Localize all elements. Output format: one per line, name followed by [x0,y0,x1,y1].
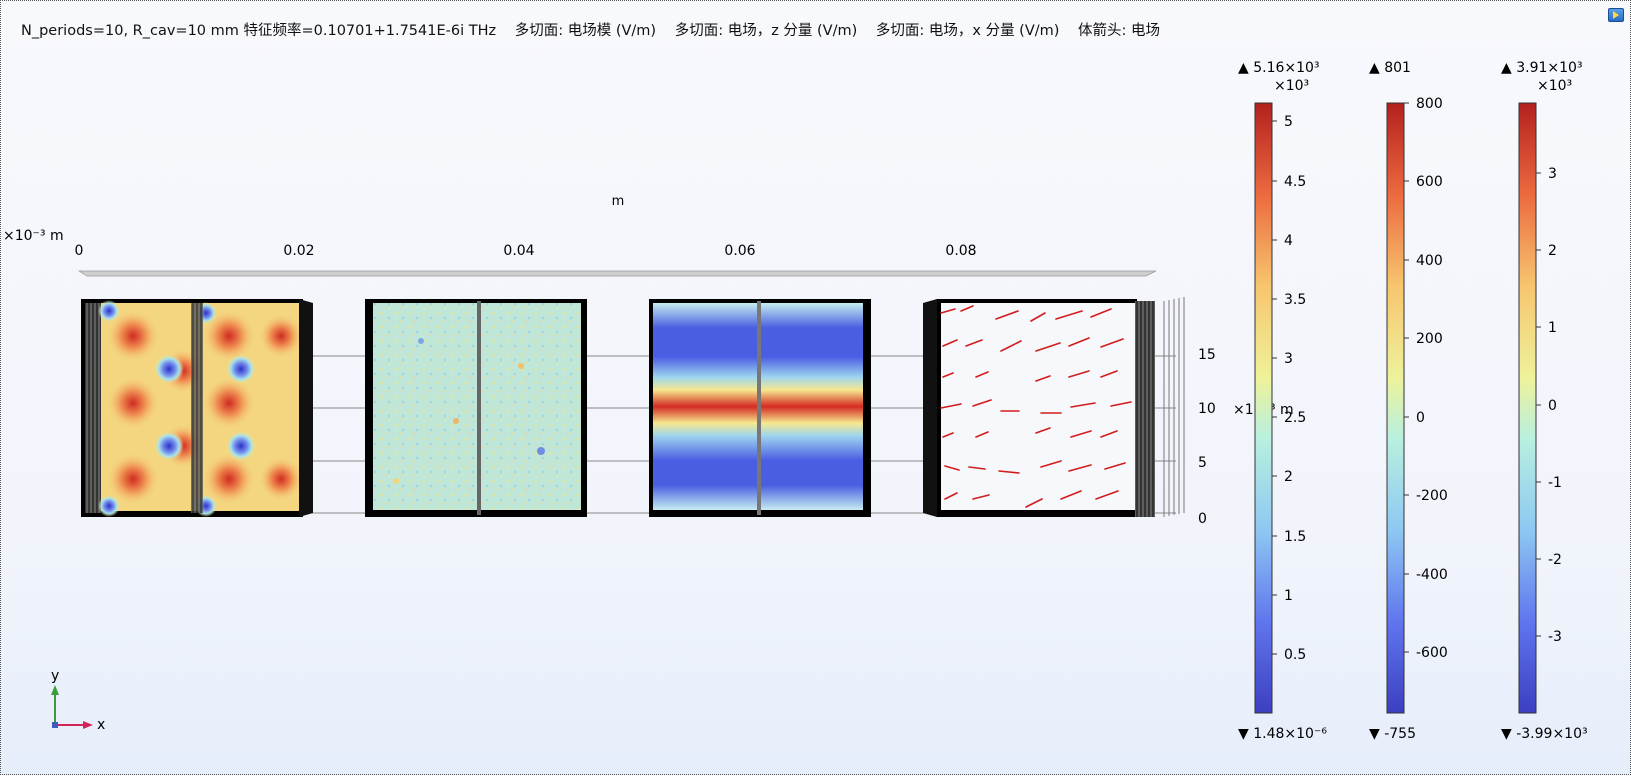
colorbar-exponent-label: ×10³ [1537,78,1572,94]
colorbar-tick-label: 2 [1284,469,1293,485]
arrow-panel[interactable] [923,299,1155,517]
colorbar-tick-label: 0 [1548,398,1557,414]
x-axis-unit-label: m [612,194,625,209]
x-arrow-icon [83,721,93,729]
slice-panel-norm[interactable] [81,299,313,517]
y-tick-label: 15 [1198,347,1216,363]
colorbar-tick-label: 3 [1284,351,1293,367]
colorbar-tick-label: 0.5 [1284,647,1306,663]
colorbar-tick-label: 400 [1416,253,1443,269]
colorbar-tick-label: -3 [1548,629,1562,645]
slice-panel-ex[interactable] [649,299,871,517]
plot-canvas: m ×10⁻³ m 0 0.02 0.04 0.06 0.08 15 10 5 … [3,60,1588,742]
colorbar-tick-label: 5 [1284,114,1293,130]
x-axis-multiplier-label: ×10⁻³ m [3,228,64,244]
x-tick-label: 0.02 [283,243,314,259]
colorbar-min-label: ▼ 1.48×10⁻⁶ [1238,726,1327,742]
colorbar-min-label: ▼ -3.99×10³ [1501,726,1588,742]
colorbar-exponent-label: ×10³ [1274,78,1309,94]
colorbar-max-label: ▲ 3.91×10³ [1501,60,1583,76]
colorbar-tick-label: 4 [1284,233,1293,249]
slice-panel-ez[interactable] [365,299,587,517]
colorbar-norm: ▲ 5.16×10³ ×10³ 5 4.5 4 3.5 3 2.5 2 1.5 … [1238,60,1327,742]
x-tick-label: 0.04 [503,243,534,259]
y-tick-label: 10 [1198,401,1216,417]
colorbar-tick-label: 800 [1416,96,1443,112]
graphics-viewport[interactable]: N_periods=10, R_cav=10 mm 特征频率=0.10701+1… [0,0,1631,775]
colorbar-tick-label: -600 [1416,645,1448,661]
colorbar-tick-label: 2 [1548,243,1557,259]
colorbar-tick-label: -400 [1416,567,1448,583]
colorbar-tick-label: 3 [1548,166,1557,182]
colorbar-ez: ▲ 801 800 600 400 200 0 -200 -400 -600 ▼… [1369,60,1448,742]
y-tick-label: 5 [1198,455,1207,471]
colorbar-min-label: ▼ -755 [1369,726,1416,742]
colorbar-tick-label: -1 [1548,475,1562,491]
colorbar-tick-label: 200 [1416,331,1443,347]
y-arrow-icon [51,685,59,695]
x-tick-label: 0 [75,243,84,259]
colorbar-tick-label: 3.5 [1284,292,1306,308]
colorbar-max-label: ▲ 801 [1369,60,1411,76]
colorbar-tick-label: 1.5 [1284,529,1306,545]
colorbar-tick-label: 2.5 [1284,410,1306,426]
colorbar-tick-label: 4.5 [1284,174,1306,190]
colorbar-tick-label: -200 [1416,488,1448,504]
colorbar-tick-label: -2 [1548,552,1562,568]
y-tick-label: 0 [1198,511,1207,527]
x-axis: m ×10⁻³ m 0 0.02 0.04 0.06 0.08 [3,194,1157,277]
colorbar-max-label: ▲ 5.16×10³ [1238,60,1320,76]
triad-y-label: y [51,668,59,684]
x-tick-label: 0.08 [945,243,976,259]
colorbar-tick-label: 0 [1416,410,1425,426]
colorbar-tick-label: 1 [1548,320,1557,336]
y-axis: 15 10 5 0 ×10⁻³ m [1163,297,1294,527]
colorbar-tick-label: 600 [1416,174,1443,190]
x-tick-label: 0.06 [724,243,755,259]
colorbar-ex: ▲ 3.91×10³ ×10³ 3 2 1 0 -1 -2 -3 ▼ -3.99… [1501,60,1588,742]
triad-x-label: x [97,717,105,733]
axis-triad: y x [51,668,105,733]
colorbar-tick-label: 1 [1284,588,1293,604]
